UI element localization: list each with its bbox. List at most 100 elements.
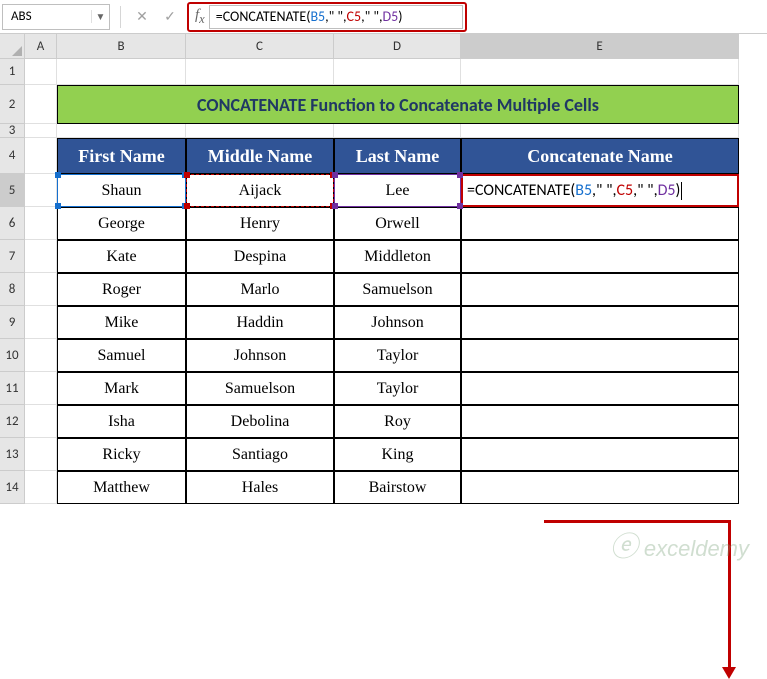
cell[interactable]: Samuelson xyxy=(334,273,461,306)
cell[interactable] xyxy=(461,306,739,339)
row-header[interactable]: 4 xyxy=(0,138,25,174)
cell[interactable] xyxy=(57,59,186,85)
title-cell[interactable]: CONCATENATE Function to Concatenate Mult… xyxy=(57,85,739,124)
cell[interactable]: Matthew xyxy=(57,471,186,504)
cell[interactable]: Samuelson xyxy=(186,372,334,405)
cell[interactable]: Marlo xyxy=(186,273,334,306)
cell[interactable] xyxy=(25,174,57,207)
cell[interactable]: Johnson xyxy=(334,306,461,339)
row-header[interactable]: 1 xyxy=(0,59,25,85)
cell[interactable]: Santiago xyxy=(186,438,334,471)
row-header[interactable]: 3 xyxy=(0,124,25,138)
cell[interactable] xyxy=(461,124,739,138)
row-header[interactable]: 11 xyxy=(0,372,25,405)
range-handle xyxy=(457,172,463,178)
cell[interactable] xyxy=(25,124,57,138)
formula-text: ," ", xyxy=(592,181,616,200)
cell[interactable] xyxy=(461,339,739,372)
column-header[interactable]: D xyxy=(334,34,461,59)
cell[interactable]: Johnson xyxy=(186,339,334,372)
cell[interactable] xyxy=(186,124,334,138)
row-header[interactable]: 6 xyxy=(0,207,25,240)
cell[interactable]: Middleton xyxy=(334,240,461,273)
header-last-name[interactable]: Last Name xyxy=(334,138,461,174)
cell[interactable] xyxy=(25,85,57,124)
cell[interactable] xyxy=(25,339,57,372)
select-all-corner[interactable] xyxy=(0,34,25,59)
cell[interactable]: Mark xyxy=(57,372,186,405)
formula-ref-b5: B5 xyxy=(310,8,325,25)
name-box-text[interactable]: ABS xyxy=(3,9,91,24)
cell[interactable]: Isha xyxy=(57,405,186,438)
cell[interactable]: Haddin xyxy=(186,306,334,339)
cell[interactable] xyxy=(461,405,739,438)
cell[interactable] xyxy=(461,372,739,405)
cell[interactable] xyxy=(25,207,57,240)
row-header[interactable]: 9 xyxy=(0,306,25,339)
cell[interactable] xyxy=(461,438,739,471)
cell[interactable] xyxy=(57,124,186,138)
cell[interactable] xyxy=(461,207,739,240)
cell[interactable]: Aijack xyxy=(186,174,334,207)
cell[interactable] xyxy=(461,273,739,306)
cell[interactable]: Bairstow xyxy=(334,471,461,504)
name-box[interactable]: ABS ▼ xyxy=(2,4,110,30)
cell[interactable] xyxy=(25,138,57,174)
cell[interactable]: Kate xyxy=(57,240,186,273)
cell[interactable] xyxy=(461,240,739,273)
cell[interactable]: Despina xyxy=(186,240,334,273)
row-header[interactable]: 7 xyxy=(0,240,25,273)
cell[interactable]: Orwell xyxy=(334,207,461,240)
header-first-name[interactable]: First Name xyxy=(57,138,186,174)
cell[interactable] xyxy=(186,59,334,85)
name-box-dropdown-icon[interactable]: ▼ xyxy=(91,10,109,23)
cell[interactable]: Lee xyxy=(334,174,461,207)
cell[interactable] xyxy=(25,240,57,273)
row-header[interactable]: 12 xyxy=(0,405,25,438)
cell[interactable]: Henry xyxy=(186,207,334,240)
column-header[interactable]: B xyxy=(57,34,186,59)
column-header[interactable]: C xyxy=(186,34,334,59)
cell[interactable]: Ricky xyxy=(57,438,186,471)
row-header[interactable]: 2 xyxy=(0,85,25,124)
formula-ref-d5: D5 xyxy=(658,181,676,200)
cell[interactable] xyxy=(25,438,57,471)
cell[interactable]: Taylor xyxy=(334,339,461,372)
row-header[interactable]: 14 xyxy=(0,471,25,504)
row-header[interactable]: 5 xyxy=(0,174,25,207)
cell[interactable]: Samuel xyxy=(57,339,186,372)
enter-icon[interactable]: ✓ xyxy=(159,6,181,28)
cancel-icon[interactable]: ✕ xyxy=(131,6,153,28)
row-header[interactable]: 13 xyxy=(0,438,25,471)
formula-bar-input[interactable]: =CONCATENATE(B5," ",C5," ",D5) xyxy=(209,5,463,29)
cell[interactable] xyxy=(461,59,739,85)
cell[interactable]: Roy xyxy=(334,405,461,438)
cell[interactable] xyxy=(25,405,57,438)
cell[interactable]: King xyxy=(334,438,461,471)
cell[interactable]: George xyxy=(57,207,186,240)
cell[interactable] xyxy=(25,273,57,306)
column-header[interactable]: E xyxy=(461,34,739,59)
cell[interactable]: Debolina xyxy=(186,405,334,438)
active-cell-e5[interactable]: =CONCATENATE(B5," ",C5," ",D5) xyxy=(461,174,739,207)
header-concat-name[interactable]: Concatenate Name xyxy=(461,138,739,174)
spreadsheet: 1 2 3 4 5 6 7 8 9 10 11 12 13 14 A B C D… xyxy=(0,34,767,504)
cell[interactable] xyxy=(334,124,461,138)
cell[interactable] xyxy=(25,306,57,339)
row-header[interactable]: 10 xyxy=(0,339,25,372)
cell[interactable]: Mike xyxy=(57,306,186,339)
cell[interactable] xyxy=(25,372,57,405)
fx-icon[interactable]: fx xyxy=(195,7,205,27)
cell[interactable] xyxy=(334,59,461,85)
row-header[interactable]: 8 xyxy=(0,273,25,306)
header-middle-name[interactable]: Middle Name xyxy=(186,138,334,174)
cell[interactable] xyxy=(461,471,739,504)
cell[interactable] xyxy=(25,59,57,85)
range-handle xyxy=(184,172,190,178)
cell[interactable]: Roger xyxy=(57,273,186,306)
column-header[interactable]: A xyxy=(25,34,57,59)
cell[interactable] xyxy=(25,471,57,504)
cell[interactable]: Taylor xyxy=(334,372,461,405)
cell[interactable]: Hales xyxy=(186,471,334,504)
cell[interactable]: Shaun xyxy=(57,174,186,207)
